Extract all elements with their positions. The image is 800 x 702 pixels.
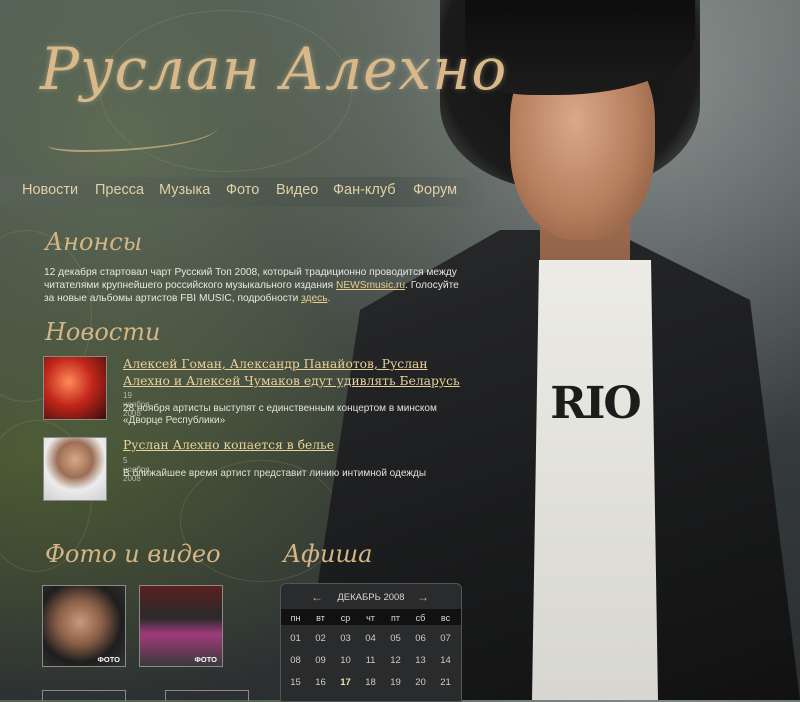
photo-thumbnail[interactable] bbox=[165, 690, 249, 701]
announcements-text: 12 декабря стартовал чарт Русский Топ 20… bbox=[44, 266, 464, 305]
calendar-day[interactable]: 21 bbox=[433, 677, 458, 688]
calendar-day[interactable]: 20 bbox=[408, 677, 433, 688]
calendar-day[interactable]: 05 bbox=[383, 633, 408, 644]
announcements-title: Анонсы bbox=[45, 228, 143, 256]
calendar-day[interactable]: 11 bbox=[358, 655, 383, 666]
news-item-title[interactable]: Алексей Гоман, Александр Панайотов, Русл… bbox=[123, 356, 463, 390]
calendar-day[interactable]: 03 bbox=[333, 633, 358, 644]
calendar-day-name: пн bbox=[290, 613, 301, 623]
calendar-day[interactable]: 07 bbox=[433, 633, 458, 644]
calendar-day[interactable]: 12 bbox=[383, 655, 408, 666]
calendar-day-names: пн вт ср чт пт сб вс bbox=[281, 609, 461, 625]
calendar-day-name: вт bbox=[316, 613, 325, 623]
photo-tag: ФОТО bbox=[97, 655, 120, 664]
main-nav: Новости Пресса Музыка Фото Видео Фан-клу… bbox=[0, 177, 490, 207]
announcement-text-part: . bbox=[327, 293, 331, 304]
calendar-day[interactable]: 09 bbox=[308, 655, 333, 666]
calendar-day[interactable]: 19 bbox=[383, 677, 408, 688]
calendar-day[interactable]: 18 bbox=[358, 677, 383, 688]
news-item-title[interactable]: Руслан Алехно копается в белье bbox=[123, 437, 463, 454]
photo-thumbnail[interactable]: ФОТО bbox=[139, 585, 223, 667]
calendar-day[interactable]: 04 bbox=[358, 633, 383, 644]
nav-item-photo[interactable]: Фото bbox=[226, 182, 259, 198]
nav-item-video[interactable]: Видео bbox=[276, 182, 318, 198]
news-thumbnail[interactable] bbox=[43, 356, 107, 420]
calendar-day-name: ср bbox=[340, 613, 351, 623]
calendar-day[interactable]: 15 bbox=[283, 677, 308, 688]
news-thumbnail[interactable] bbox=[43, 437, 107, 501]
poster-title: Афиша bbox=[283, 540, 373, 568]
shirt-print: RIO bbox=[550, 378, 641, 429]
photo-tag: ФОТО bbox=[194, 655, 217, 664]
nav-item-press[interactable]: Пресса bbox=[95, 182, 144, 198]
details-link[interactable]: здесь bbox=[301, 293, 327, 304]
calendar-day-name: сб bbox=[415, 613, 426, 623]
calendar-day-name: чт bbox=[366, 613, 375, 623]
calendar-day[interactable]: 13 bbox=[408, 655, 433, 666]
events-calendar: ← ДЕКАБРЬ 2008 → пн вт ср чт пт сб вс 01… bbox=[280, 583, 462, 702]
nav-item-news[interactable]: Новости bbox=[22, 182, 78, 198]
calendar-day[interactable]: 02 bbox=[308, 633, 333, 644]
calendar-day-highlighted[interactable]: 17 bbox=[333, 677, 358, 688]
calendar-day-name: пт bbox=[391, 613, 400, 623]
calendar-day[interactable]: 06 bbox=[408, 633, 433, 644]
calendar-day[interactable]: 16 bbox=[308, 677, 333, 688]
calendar-day[interactable]: 01 bbox=[283, 633, 308, 644]
calendar-month-label: ДЕКАБРЬ 2008 bbox=[337, 592, 405, 603]
calendar-day[interactable]: 08 bbox=[283, 655, 308, 666]
calendar-day[interactable]: 10 bbox=[333, 655, 358, 666]
photo-image bbox=[43, 586, 125, 666]
calendar-next-button[interactable]: → bbox=[417, 590, 429, 604]
photo-thumbnail[interactable] bbox=[42, 690, 126, 701]
news-title: Новости bbox=[45, 318, 161, 346]
calendar-day-name: вс bbox=[440, 613, 451, 623]
nav-item-fan-club[interactable]: Фан-клуб bbox=[333, 182, 396, 198]
photo-thumbnail[interactable]: ФОТО bbox=[42, 585, 126, 667]
calendar-day[interactable]: 14 bbox=[433, 655, 458, 666]
site-logo[interactable]: Руслан Алехно bbox=[40, 35, 507, 103]
news-item-text: В ближайшее время артист представит лини… bbox=[123, 468, 427, 479]
photo-image bbox=[140, 586, 222, 666]
nav-item-forum[interactable]: Форум bbox=[413, 182, 457, 198]
photo-video-title: Фото и видео bbox=[45, 540, 221, 568]
nav-item-music[interactable]: Музыка bbox=[159, 182, 210, 198]
news-item-text: 28 ноября артисты выступят с единственны… bbox=[123, 403, 437, 426]
newsmusic-link[interactable]: NEWSmusic.ru bbox=[336, 280, 405, 291]
